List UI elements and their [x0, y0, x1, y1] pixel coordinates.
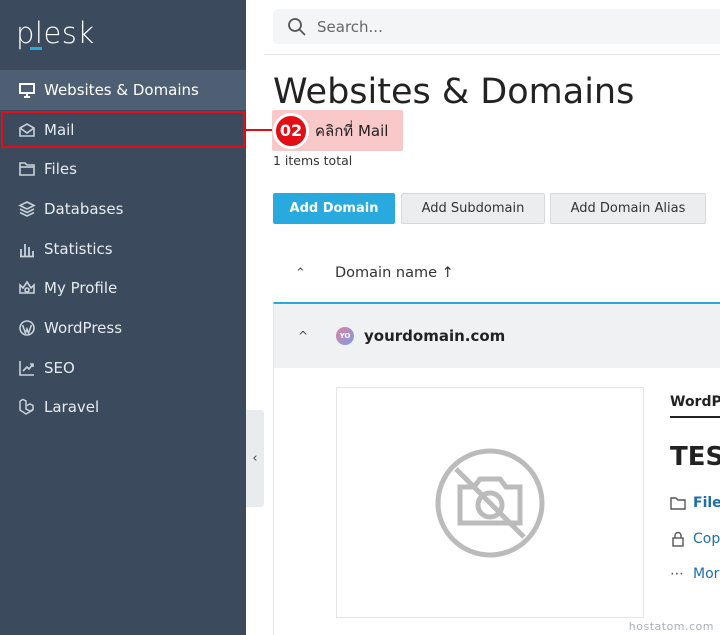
chevron-up-icon[interactable]: ^ — [298, 329, 312, 343]
domain-avatar-icon: YO — [336, 327, 354, 345]
folder-icon — [18, 160, 36, 178]
sidebar-item-files[interactable]: Files — [0, 149, 246, 189]
files-link-label: Files — [693, 495, 720, 511]
search-input[interactable] — [317, 17, 697, 36]
step-number-badge: 02 — [273, 112, 309, 149]
sidebar-item-statistics[interactable]: Statistics — [0, 229, 246, 269]
add-domain-button[interactable]: Add Domain — [273, 193, 395, 224]
sidebar-item-label: Websites & Domains — [44, 80, 199, 99]
sidebar-item-label: Laravel — [44, 398, 100, 417]
more-dots-icon: ⋯ — [670, 566, 684, 582]
files-link[interactable]: Files — [670, 494, 720, 512]
topbar-divider — [264, 54, 720, 55]
sidebar-item-label: SEO — [44, 358, 75, 377]
no-camera-icon — [435, 448, 545, 557]
add-domain-alias-button[interactable]: Add Domain Alias — [550, 193, 706, 224]
sidebar-item-seo[interactable]: SEO — [0, 348, 246, 388]
callout-connector — [243, 129, 274, 131]
sidebar-item-label: Statistics — [44, 239, 113, 258]
sidebar-nav: Websites & Domains Mail Files Databases … — [0, 70, 246, 427]
items-total: 1 items total — [273, 153, 353, 168]
mail-icon — [18, 121, 36, 139]
seo-icon — [18, 359, 36, 377]
site-title: TEST — [670, 442, 720, 472]
domain-name[interactable]: yourdomain.com — [364, 327, 505, 345]
sidebar-item-wordpress[interactable]: WordPress — [0, 308, 246, 348]
chart-icon — [18, 240, 36, 258]
sidebar-item-my-profile[interactable]: My Profile — [0, 268, 246, 308]
laravel-icon — [18, 398, 36, 416]
chevron-left-icon: ‹ — [252, 451, 258, 466]
database-icon — [18, 200, 36, 218]
collapse-all-icon[interactable]: ⌃ — [295, 266, 315, 281]
profile-icon — [18, 279, 36, 297]
sidebar-collapse-handle[interactable]: ‹ — [246, 410, 264, 507]
search-bar[interactable] — [273, 9, 720, 44]
domain-row[interactable]: ^ YO yourdomain.com — [274, 304, 720, 368]
sidebar-item-label: My Profile — [44, 279, 118, 298]
list-header: ⌃ Domain name ↑ — [273, 253, 720, 293]
sidebar-item-label: Mail — [44, 120, 75, 139]
domain-name-column-header[interactable]: Domain name ↑ — [335, 265, 454, 281]
search-icon — [287, 17, 307, 37]
annotation-callout: 02 คลิกที่ Mail — [272, 110, 403, 151]
wordpress-icon — [18, 319, 36, 337]
sidebar-item-databases[interactable]: Databases — [0, 189, 246, 229]
sidebar-item-label: Files — [44, 160, 77, 179]
more-link[interactable]: ⋯ Mor — [670, 565, 719, 583]
sidebar-item-label: Databases — [44, 199, 124, 218]
monitor-icon — [18, 81, 36, 99]
sidebar-item-websites-domains[interactable]: Websites & Domains — [0, 70, 246, 110]
watermark: hostatom.com — [628, 620, 714, 633]
copy-link[interactable]: Copy — [670, 530, 720, 548]
add-subdomain-button[interactable]: Add Subdomain — [401, 193, 545, 224]
more-link-label: Mor — [693, 566, 720, 582]
page-title: Websites & Domains — [273, 72, 635, 112]
lock-icon — [670, 530, 688, 548]
folder-icon — [670, 494, 688, 512]
sidebar-item-laravel[interactable]: Laravel — [0, 388, 246, 428]
site-screenshot-placeholder — [336, 387, 644, 618]
copy-link-label: Copy — [693, 531, 720, 547]
domain-card: ^ YO yourdomain.com WordPr TEST Files Co… — [273, 302, 720, 635]
tab-wordpress[interactable]: WordPr — [670, 394, 720, 418]
plesk-logo[interactable]: plesk — [16, 16, 136, 56]
callout-text: คลิกที่ Mail — [315, 121, 389, 140]
sidebar-item-label: WordPress — [44, 318, 123, 337]
logo-text: plesk — [16, 16, 95, 50]
logo-accent-bar — [30, 47, 42, 50]
sidebar-item-mail[interactable]: Mail — [0, 110, 246, 150]
sidebar: plesk Websites & Domains Mail Files Data… — [0, 0, 246, 635]
